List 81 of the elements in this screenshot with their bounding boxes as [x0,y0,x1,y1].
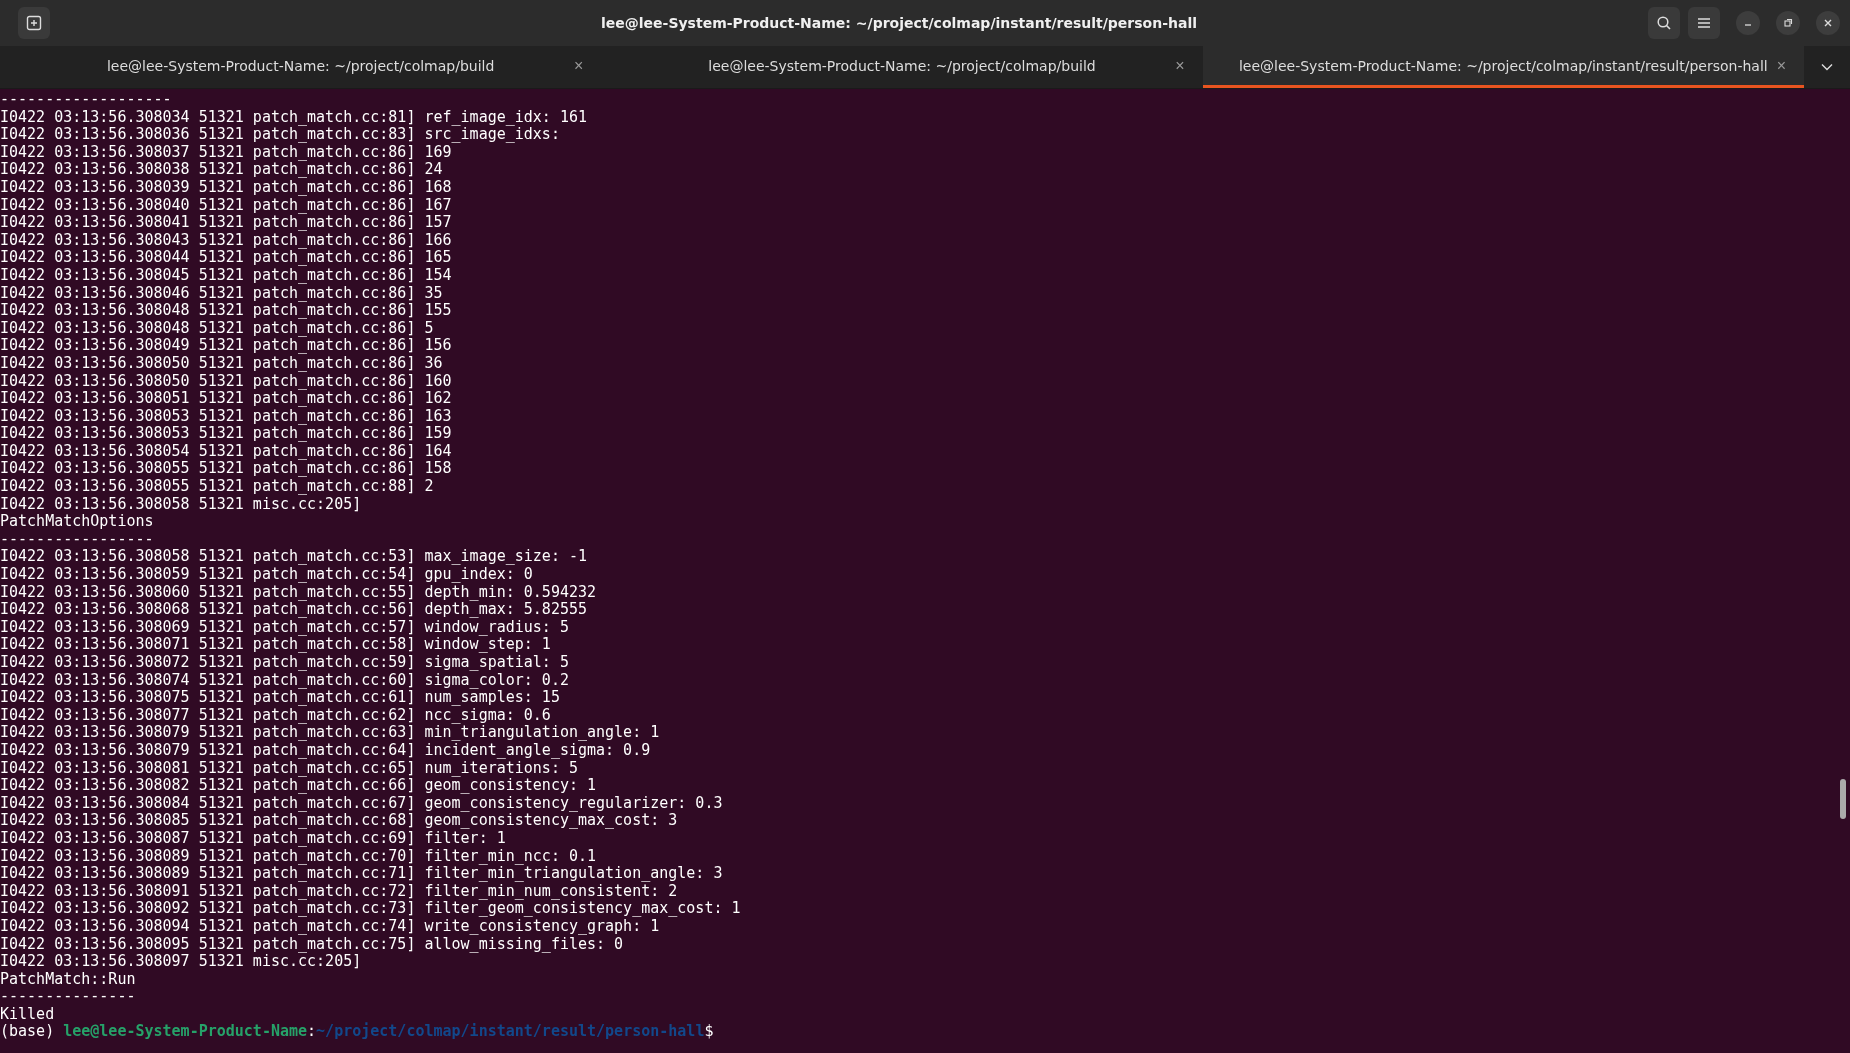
output-line: ----------------- [0,530,154,549]
prompt-path: ~/project/colmap/instant/result/person-hall [316,1022,705,1041]
close-button[interactable] [1816,11,1840,35]
output-line: I0422 03:13:56.308072 51321 patch_match.cc:59] sigma_spatial: 5 [0,654,569,672]
output-line: I0422 03:13:56.308046 51321 patch_match.cc:86] 35 [0,284,443,303]
output-line: I0422 03:13:56.308079 51321 patch_match.cc:63] min_triangulation_angle: 1 [0,724,660,742]
output-line: PatchMatch::Run [0,970,136,989]
output-line: I0422 03:13:56.308054 51321 patch_match.cc:86] 164 [0,442,452,461]
output-line: Killed [0,1005,55,1024]
close-tab-button[interactable]: × [1772,56,1790,75]
output-line: I0422 03:13:56.308082 51321 patch_match.cc:66] geom_consistency: 1 [0,777,597,795]
chevron-down-icon [1821,63,1833,71]
output-line: I0422 03:13:56.308071 51321 patch_match.cc:58] window_step: 1 [0,636,551,654]
terminal-tab[interactable]: lee@lee-System-Product-Name: ~/project/colmap/build × [0,46,602,88]
output-line: I0422 03:13:56.308074 51321 patch_match.cc:60] sigma_color: 0.2 [0,671,569,690]
output-line: I0422 03:13:56.308097 51321 misc.cc:205] [0,953,362,971]
output-line: I0422 03:13:56.308068 51321 patch_match.cc:56] depth_max: 5.82555 [0,601,587,619]
close-tab-button[interactable]: × [1171,56,1189,75]
new-tab-button[interactable] [18,7,50,39]
search-icon [1656,15,1672,31]
output-line: I0422 03:13:56.308089 51321 patch_match.cc:70] filter_min_ncc: 0.1 [0,847,597,866]
output-line: I0422 03:13:56.308079 51321 patch_match.cc:64] incident_angle_sigma: 0.9 [0,741,651,760]
maximize-button[interactable] [1776,11,1800,35]
output-line: I0422 03:13:56.308075 51321 patch_match.cc:61] num_samples: 15 [0,689,560,707]
output-line: I0422 03:13:56.308048 51321 patch_match.cc:86] 155 [0,302,452,320]
prompt-symbol: $ [704,1022,714,1041]
output-line: I0422 03:13:56.308077 51321 patch_match.cc:62] ncc_sigma: 0.6 [0,706,551,725]
menu-icon [1697,17,1711,29]
output-line: I0422 03:13:56.308058 51321 patch_match.cc:53] max_image_size: -1 [0,548,587,567]
output-line: I0422 03:13:56.308053 51321 patch_match.cc:86] 159 [0,425,452,443]
new-tab-icon [26,15,42,31]
output-line: I0422 03:13:56.308037 51321 patch_match.cc:86] 169 [0,143,452,162]
output-line: I0422 03:13:56.308051 51321 patch_match.cc:86] 162 [0,390,452,408]
output-line: I0422 03:13:56.308094 51321 patch_match.cc:74] write_consistency_graph: 1 [0,917,660,936]
minimize-button[interactable] [1736,11,1760,35]
output-line: I0422 03:13:56.308045 51321 patch_match.cc:86] 154 [0,266,452,285]
output-line: I0422 03:13:56.308092 51321 patch_match.cc:73] filter_geom_consistency_max_cost: 1 [0,900,741,918]
output-line: I0422 03:13:56.308050 51321 patch_match.cc:86] 36 [0,354,443,373]
output-line: I0422 03:13:56.308060 51321 patch_match.cc:55] depth_min: 0.594232 [0,583,597,602]
search-button[interactable] [1648,7,1680,39]
terminal-tab[interactable]: lee@lee-System-Product-Name: ~/project/colmap/build × [601,46,1203,88]
output-line: I0422 03:13:56.308091 51321 patch_match.cc:72] filter_min_num_consistent: 2 [0,882,678,901]
output-line: ------------------- [0,91,172,109]
menu-button[interactable] [1688,7,1720,39]
output-line: I0422 03:13:56.308039 51321 patch_match.cc:86] 168 [0,178,452,197]
output-line: I0422 03:13:56.308059 51321 patch_match.cc:54] gpu_index: 0 [0,566,533,584]
close-tab-button[interactable]: × [570,56,588,75]
output-line: I0422 03:13:56.308048 51321 patch_match.cc:86] 5 [0,319,434,338]
tab-title: lee@lee-System-Product-Name: ~/project/colmap/instant/result/person-hall [1238,57,1768,74]
restore-icon [1783,18,1793,28]
output-line: I0422 03:13:56.308055 51321 patch_match.cc:86] 158 [0,460,452,479]
conda-env: (base) [0,1022,55,1041]
output-line: I0422 03:13:56.308049 51321 patch_match.cc:86] 156 [0,337,452,355]
output-line: I0422 03:13:56.308087 51321 patch_match.cc:69] filter: 1 [0,829,506,848]
prompt-user: lee@lee-System-Product-Name [63,1022,308,1041]
close-icon [1823,18,1833,28]
window-title: lee@lee-System-Product-Name: ~/project/colmap/instant/result/person-hall [600,15,1198,31]
output-line: I0422 03:13:56.308089 51321 patch_match.cc:71] filter_min_triangulation_angle: 3 [0,865,723,883]
output-line: I0422 03:13:56.308081 51321 patch_match.cc:65] num_iterations: 5 [0,759,578,778]
tab-title: lee@lee-System-Product-Name: ~/project/colmap/build [106,57,495,74]
output-line: I0422 03:13:56.308084 51321 patch_match.cc:67] geom_consistency_regularizer: 0.3 [0,794,723,813]
output-line: I0422 03:13:56.308085 51321 patch_match.cc:68] geom_consistency_max_cost: 3 [0,812,678,830]
output-line: I0422 03:13:56.308095 51321 patch_match.cc:75] allow_missing_files: 0 [0,935,624,954]
output-line: I0422 03:13:56.308041 51321 patch_match.cc:86] 157 [0,214,452,232]
scrollbar-thumb[interactable] [1840,779,1846,819]
output-line: I0422 03:13:56.308043 51321 patch_match.cc:86] 166 [0,231,452,250]
output-line: I0422 03:13:56.308058 51321 misc.cc:205] [0,495,362,514]
tab-title: lee@lee-System-Product-Name: ~/project/colmap/build [708,57,1096,74]
output-line: PatchMatchOptions [0,513,154,531]
prompt-separator: : [307,1022,317,1041]
output-line: I0422 03:13:56.308053 51321 patch_match.cc:86] 163 [0,407,452,426]
output-line: I0422 03:13:56.308055 51321 patch_match.cc:88] 2 [0,478,434,496]
output-line: I0422 03:13:56.308034 51321 patch_match.cc:81] ref_image_idx: 161 [0,108,587,127]
output-line: I0422 03:13:56.308038 51321 patch_match.cc:86] 24 [0,161,443,179]
output-line: I0422 03:13:56.308040 51321 patch_match.cc:86] 167 [0,196,452,215]
output-line: --------------- [0,988,136,1006]
output-line: I0422 03:13:56.308036 51321 patch_match.cc:83] src_image_idxs: [0,126,560,144]
output-line: I0422 03:13:56.308044 51321 patch_match.cc:86] 165 [0,249,452,267]
output-line: I0422 03:13:56.308069 51321 patch_match.cc:57] window_radius: 5 [0,618,569,637]
output-line: I0422 03:13:56.308050 51321 patch_match.cc:86] 160 [0,372,452,391]
terminal-tab[interactable]: lee@lee-System-Product-Name: ~/project/colmap/instant/result/person-hall × [1202,46,1804,88]
